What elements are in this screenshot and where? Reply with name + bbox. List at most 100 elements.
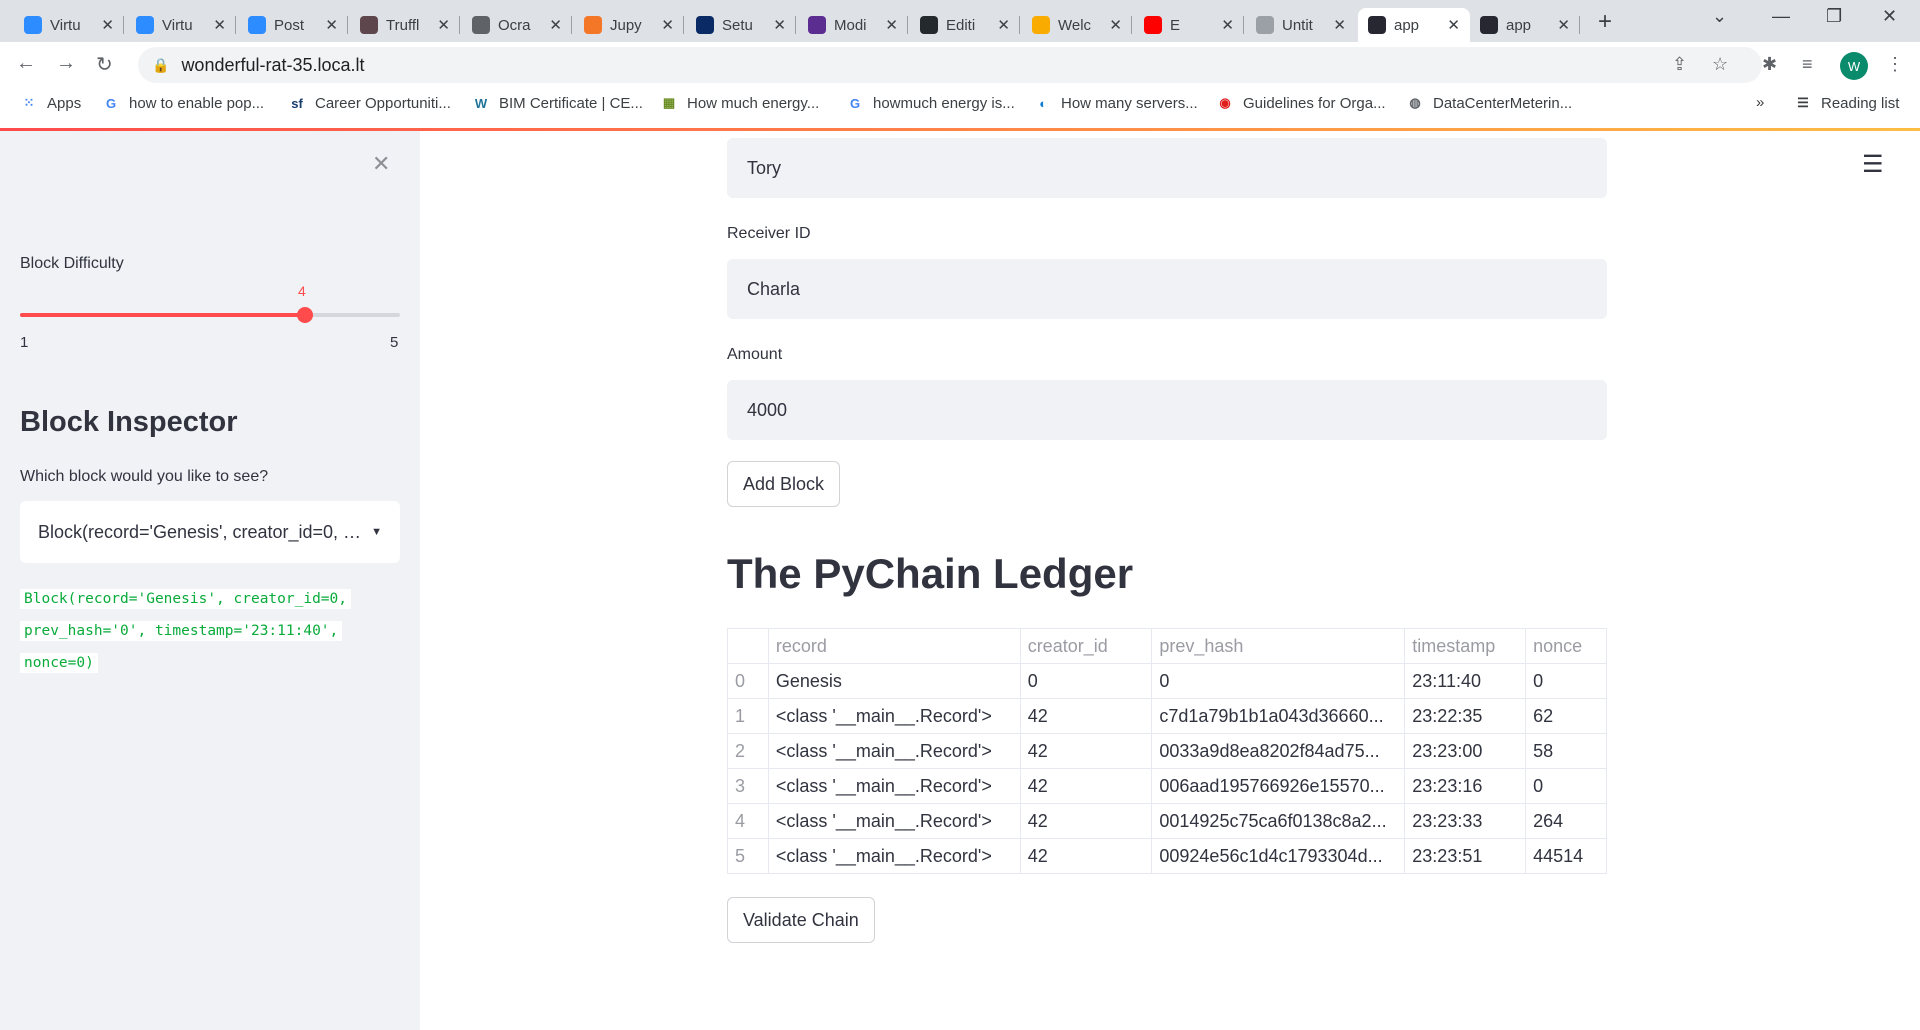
close-tab-icon[interactable]: ✕ (1333, 16, 1346, 34)
edge-icon: ◐ (1039, 95, 1047, 111)
tab-title: Untit (1282, 16, 1313, 34)
browser-tab[interactable]: Ocra ✕ (462, 8, 572, 42)
chevron-down-icon: ▼ (371, 526, 382, 538)
amount-input[interactable]: 4000 (727, 380, 1607, 440)
table-cell: 42 (1019, 698, 1153, 734)
table-cell: <class '__main__.Record'> (767, 803, 1021, 839)
browser-tab-strip: Virtu ✕ Virtu ✕ Post ✕ Truffl ✕ Ocra ✕ Jupy ✕ Setu ✕ M… (0, 0, 1920, 42)
close-tab-icon[interactable]: ✕ (997, 16, 1010, 34)
browser-tab[interactable]: Setu ✕ (686, 8, 796, 42)
browser-tab[interactable]: E ✕ (1134, 8, 1244, 42)
bookmark-item[interactable]: Ghow to enable pop... (102, 94, 264, 112)
more-bookmarks-button[interactable]: » (1756, 94, 1764, 111)
bookmark-item[interactable]: ▦ How much energy... (660, 94, 819, 112)
close-tab-icon[interactable]: ✕ (661, 16, 674, 34)
kebab-menu-icon[interactable]: ⋮ (1886, 54, 1904, 75)
bookmark-item[interactable]: Ghowmuch energy is... (846, 94, 1015, 112)
table-cell: 00924e56c1d4c1793304d... (1151, 838, 1406, 874)
browser-tab[interactable]: Jupy ✕ (574, 8, 684, 42)
close-tab-icon[interactable]: ✕ (1557, 16, 1570, 34)
receiver-id-input[interactable]: Charla (727, 259, 1607, 319)
close-window-button[interactable]: ✕ (1882, 6, 1897, 27)
close-tab-icon[interactable]: ✕ (101, 16, 114, 34)
validate-chain-button[interactable]: Validate Chain (727, 897, 875, 943)
minimize-button[interactable]: — (1772, 6, 1790, 27)
media-control-icon[interactable]: ≡ (1802, 54, 1813, 75)
browser-tab[interactable]: Virtu ✕ (14, 8, 124, 42)
column-header[interactable]: prev_hash (1151, 628, 1406, 664)
table-row: 4 <class '__main__.Record'> 42 0014925c75ca… (727, 803, 1607, 839)
column-header[interactable]: timestamp (1404, 628, 1527, 664)
bookmark-star-icon[interactable]: ☆ (1712, 54, 1728, 75)
sender-id-input[interactable]: Tory (727, 138, 1607, 198)
forward-icon[interactable]: → (56, 52, 76, 75)
zoom-icon (248, 16, 266, 34)
share-icon[interactable]: ⇪ (1672, 54, 1687, 75)
block-select-dropdown[interactable]: Block(record='Genesis', creator_id=0, pr… (20, 501, 400, 563)
column-header[interactable] (727, 628, 769, 664)
browser-tab[interactable]: app ✕ (1358, 8, 1470, 42)
bookmark-item[interactable]: ◐ How many servers... (1034, 94, 1198, 112)
reload-icon[interactable]: ↻ (96, 52, 113, 77)
bookmark-item[interactable]: ◉ Guidelines for Orga... (1216, 94, 1385, 112)
table-cell: 42 (1019, 768, 1153, 804)
close-tab-icon[interactable]: ✕ (1109, 16, 1122, 34)
bookmark-item[interactable]: W BIM Certificate | CE... (472, 94, 643, 112)
tab-separator (571, 16, 572, 34)
block-difficulty-slider[interactable] (20, 307, 400, 323)
restore-button[interactable]: ❐ (1826, 6, 1842, 27)
close-tab-icon[interactable]: ✕ (549, 16, 562, 34)
bookmark-item[interactable]: ⁙ Apps (20, 94, 82, 112)
address-bar[interactable]: 🔒 wonderful-rat-35.loca.lt (138, 47, 1762, 83)
table-cell: 42 (1019, 803, 1153, 839)
bookmark-item[interactable]: sf Career Opportuniti... (288, 94, 451, 112)
browser-tab[interactable]: Virtu ✕ (126, 8, 236, 42)
close-tab-icon[interactable]: ✕ (1447, 16, 1460, 34)
globe-icon: ◍ (1409, 95, 1421, 110)
code-line: Block(record='Genesis', creator_id=0, (20, 589, 352, 609)
close-tab-icon[interactable]: ✕ (1221, 16, 1234, 34)
slider-thumb[interactable] (297, 307, 313, 323)
browser-tab[interactable]: Truffl ✕ (350, 8, 460, 42)
browser-tab[interactable]: Welc ✕ (1022, 8, 1132, 42)
globe-icon (472, 16, 490, 34)
bookmark-item[interactable]: ◍ DataCenterMeterin... (1406, 94, 1572, 112)
close-tab-icon[interactable]: ✕ (437, 16, 450, 34)
tab-search-icon[interactable]: ⌄ (1712, 6, 1727, 27)
add-block-button[interactable]: Add Block (727, 461, 841, 507)
reading-list-button[interactable]: ☰ Reading list (1794, 94, 1899, 112)
browser-tab[interactable]: Editi ✕ (910, 8, 1020, 42)
row-index: 0 (727, 663, 769, 699)
close-tab-icon[interactable]: ✕ (773, 16, 786, 34)
browser-tab[interactable]: Modi ✕ (798, 8, 908, 42)
column-header[interactable]: creator_id (1019, 628, 1153, 664)
column-header[interactable]: record (767, 628, 1021, 664)
back-icon[interactable]: ← (16, 52, 36, 75)
close-tab-icon[interactable]: ✕ (885, 16, 898, 34)
tab-title: Virtu (162, 16, 193, 34)
browser-tab[interactable]: app ✕ (1470, 8, 1580, 42)
table-row: 0 Genesis 0 0 23:11:40 0 (727, 663, 1607, 699)
url-text: wonderful-rat-35.loca.lt (181, 54, 365, 75)
tab-title: Modi (834, 16, 867, 34)
table-cell: Genesis (767, 663, 1021, 699)
table-cell: 23:11:40 (1404, 663, 1527, 699)
tab-separator (459, 16, 460, 34)
column-header[interactable]: nonce (1525, 628, 1607, 664)
profile-avatar[interactable]: W (1840, 52, 1868, 80)
hamburger-menu-icon[interactable]: ☰ (1862, 150, 1884, 179)
browser-tab[interactable]: Post ✕ (238, 8, 348, 42)
close-sidebar-icon[interactable]: ✕ (372, 151, 390, 177)
tab-title: E (1170, 16, 1181, 34)
extensions-icon[interactable]: ✱ (1762, 54, 1777, 75)
close-tab-icon[interactable]: ✕ (325, 16, 338, 34)
table-cell: 62 (1525, 698, 1607, 734)
table-row: 3 <class '__main__.Record'> 42 006aad195766… (727, 768, 1607, 804)
browser-tab[interactable]: Untit ✕ (1246, 8, 1356, 42)
new-tab-button[interactable]: + (1598, 8, 1612, 36)
block-code-output: Block(record='Genesis', creator_id=0, pr… (20, 583, 400, 679)
lock-icon: 🔒 (152, 56, 170, 73)
slider-min-label: 1 (20, 334, 29, 351)
table-cell: 23:23:16 (1404, 768, 1527, 804)
close-tab-icon[interactable]: ✕ (213, 16, 226, 34)
